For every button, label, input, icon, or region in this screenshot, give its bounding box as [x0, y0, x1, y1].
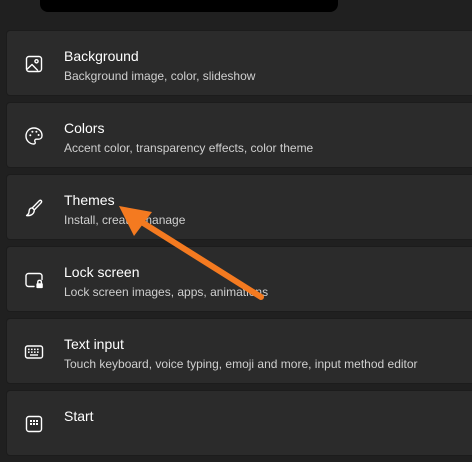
- image-icon: [23, 53, 45, 75]
- settings-item-colors[interactable]: Colors Accent color, transparency effect…: [6, 102, 472, 168]
- start-menu-icon: [23, 413, 45, 435]
- palette-icon: [23, 125, 45, 147]
- background-title: Background: [64, 48, 139, 64]
- keyboard-icon: [23, 341, 45, 363]
- themes-description: Install, create, manage: [64, 213, 186, 227]
- text-input-description: Touch keyboard, voice typing, emoji and …: [64, 357, 418, 371]
- settings-item-background[interactable]: Background Background image, color, slid…: [6, 30, 472, 96]
- start-title: Start: [64, 408, 94, 424]
- themes-title: Themes: [64, 192, 115, 208]
- lock-screen-description: Lock screen images, apps, animations: [64, 285, 269, 299]
- preview-image-edge: [40, 0, 338, 12]
- background-description: Background image, color, slideshow: [64, 69, 256, 83]
- colors-title: Colors: [64, 120, 105, 136]
- settings-item-lock-screen[interactable]: Lock screen Lock screen images, apps, an…: [6, 246, 472, 312]
- lock-screen-icon: [23, 269, 45, 291]
- text-input-title: Text input: [64, 336, 124, 352]
- lock-screen-title: Lock screen: [64, 264, 140, 280]
- settings-item-themes[interactable]: Themes Install, create, manage: [6, 174, 472, 240]
- colors-description: Accent color, transparency effects, colo…: [64, 141, 314, 155]
- settings-item-start[interactable]: Start: [6, 390, 472, 456]
- personalization-settings-list: Background Background image, color, slid…: [6, 30, 472, 462]
- brush-icon: [23, 197, 45, 219]
- settings-item-text-input[interactable]: Text input Touch keyboard, voice typing,…: [6, 318, 472, 384]
